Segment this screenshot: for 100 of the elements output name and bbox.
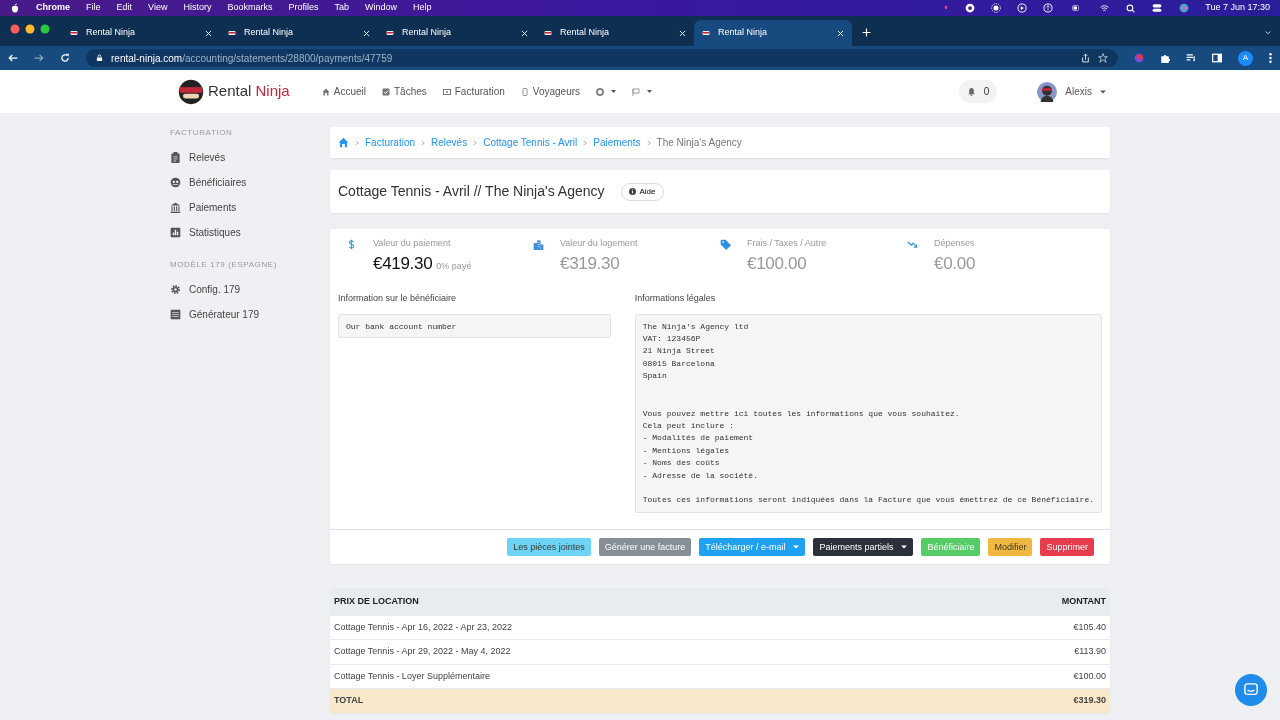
caret-icon: [793, 545, 800, 550]
info-icon: [628, 188, 636, 195]
chevron-icon: [583, 139, 588, 146]
sidebar-item[interactable]: Relevés: [170, 145, 322, 170]
browser-tab[interactable]: Rental Ninja: [694, 20, 852, 46]
action-button[interactable]: Les pièces jointes: [507, 538, 591, 557]
stat-note: 0% payé: [436, 259, 472, 273]
stat-value: €319.30: [560, 252, 620, 275]
search-icon: [1126, 3, 1136, 13]
chat-button[interactable]: [1235, 674, 1267, 706]
trend-down-icon: [907, 239, 918, 250]
beneficiary-info-field[interactable]: Our bank account number: [338, 313, 611, 338]
puzzle-icon[interactable]: [1160, 53, 1170, 63]
more-icon[interactable]: [1269, 53, 1272, 63]
action-button[interactable]: Supprimer: [1040, 538, 1094, 557]
table-cell-text: €105.40: [1073, 620, 1106, 634]
stat-label: Dépenses: [934, 237, 976, 250]
tab-title: Rental Ninja: [86, 26, 137, 40]
nav-link[interactable]: Accueil: [321, 84, 366, 99]
menu-item[interactable]: View: [148, 1, 168, 15]
nav-link[interactable]: Facturation: [442, 84, 505, 99]
window-controls-icon[interactable]: [10, 24, 50, 34]
clock: Tue 7 Jun 17:30: [1205, 1, 1270, 15]
phone-icon: [520, 87, 529, 96]
help-button[interactable]: Aide: [620, 182, 664, 201]
menu-item[interactable]: Window: [364, 1, 397, 15]
menu-item[interactable]: Tab: [334, 1, 349, 15]
nav-link[interactable]: Tâches: [381, 84, 427, 99]
close-icon[interactable]: [837, 29, 844, 37]
home-icon: [321, 87, 330, 96]
chart-icon: [170, 227, 181, 238]
menu-item[interactable]: Profiles: [288, 1, 319, 15]
browser-tab[interactable]: Rental Ninja: [62, 20, 220, 46]
dropdown-button[interactable]: Paiements partiels: [813, 538, 914, 557]
menu-item[interactable]: Bookmarks: [227, 1, 273, 15]
stat-label: Valeur du paiement: [373, 237, 452, 250]
tab-title: Rental Ninja: [402, 26, 453, 40]
lock-icon: [96, 54, 103, 62]
sidebar-heading: FACTURATION: [170, 127, 234, 139]
stat-value: €419.30: [373, 252, 433, 275]
close-icon[interactable]: [521, 29, 528, 37]
menu-item[interactable]: Edit: [116, 1, 133, 15]
reload-icon[interactable]: [60, 53, 70, 63]
chevron-icon: [355, 139, 359, 146]
clipboard-icon: [170, 152, 181, 163]
control-center-icon: [1151, 3, 1164, 13]
close-icon[interactable]: [205, 29, 212, 37]
siri-icon: [1179, 3, 1190, 13]
legal-info-field[interactable]: [634, 313, 1102, 514]
table-cell-text: €100.00: [1073, 669, 1106, 683]
banknote-icon: [442, 87, 451, 96]
browser-tab[interactable]: Rental Ninja: [378, 20, 536, 46]
app-name[interactable]: Chrome: [36, 1, 70, 15]
tab-list-icon[interactable]: [1264, 30, 1272, 36]
menu-item[interactable]: File: [86, 1, 101, 15]
favicon-icon: [228, 29, 236, 37]
menu-item[interactable]: Help: [413, 1, 432, 15]
home-icon[interactable]: [338, 137, 349, 148]
brand-name[interactable]: Rental Ninja: [208, 80, 290, 103]
back-icon[interactable]: [8, 53, 18, 63]
sidebar-item[interactable]: Générateur 179: [170, 302, 322, 327]
caret-icon: [901, 545, 908, 550]
sidebar-item[interactable]: Statistiques: [170, 220, 322, 245]
media-icon[interactable]: [1186, 53, 1196, 63]
close-icon[interactable]: [363, 29, 370, 37]
upload-icon: [1043, 3, 1054, 13]
address-bar[interactable]: rental-ninja.com/accounting/statements/28800/payments/47759: [86, 49, 1118, 67]
action-button[interactable]: Modifier: [988, 538, 1033, 557]
column-header: MONTANT: [1061, 595, 1106, 609]
nav-link[interactable]: Voyageurs: [520, 84, 581, 99]
bell-icon: [966, 86, 976, 97]
tab-title: Rental Ninja: [244, 26, 295, 40]
breadcrumb-current: The Ninja's Agency: [656, 136, 742, 150]
ninja-logo-icon: [178, 78, 204, 105]
close-icon[interactable]: [679, 29, 686, 37]
forward-icon[interactable]: [34, 53, 44, 63]
table-cell: €113.90: [1074, 645, 1106, 659]
notifications-button[interactable]: 0: [958, 80, 998, 103]
favicon-icon: [70, 29, 78, 37]
field-label: Information sur le bénéficiaire: [338, 292, 458, 305]
dollar-icon: [346, 239, 357, 250]
flag-dropdown-icon[interactable]: [632, 87, 653, 96]
field-label: Informations légales: [634, 292, 717, 305]
sidebar-heading: MODÈLE 179 (ESPAGNE): [170, 259, 278, 271]
chevron-icon: [646, 139, 651, 146]
bookmark-star-icon[interactable]: [1098, 53, 1108, 63]
status-icon: [965, 3, 976, 13]
new-tab-icon[interactable]: [862, 28, 871, 37]
gear-dropdown-icon[interactable]: [596, 87, 617, 96]
browser-tab[interactable]: Rental Ninja: [536, 20, 694, 46]
sidebar-item[interactable]: Config. 179: [170, 277, 322, 302]
tab-title: Rental Ninja: [718, 26, 769, 40]
browser-tab[interactable]: Rental Ninja: [220, 20, 378, 46]
chat-icon: [1244, 683, 1258, 697]
side-panel-icon[interactable]: [1212, 53, 1222, 63]
user-menu[interactable]: Alexis: [1037, 81, 1106, 102]
sidebar-item[interactable]: Paiements: [170, 195, 322, 220]
share-icon[interactable]: [1081, 53, 1090, 63]
menu-item[interactable]: History: [183, 1, 212, 15]
sidebar-item[interactable]: Bénéficiaires: [170, 170, 322, 195]
